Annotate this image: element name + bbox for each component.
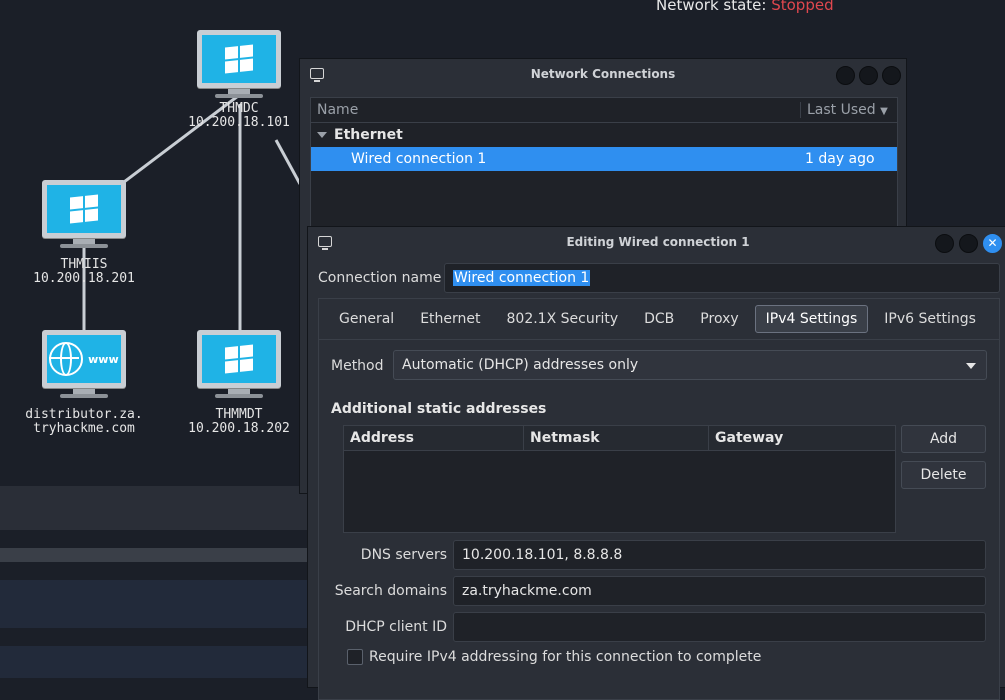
connection-name-input[interactable]: Wired connection 1 — [444, 263, 1000, 293]
column-name[interactable]: Name — [311, 102, 800, 118]
close-button[interactable] — [882, 66, 901, 85]
method-value: Automatic (DHCP) addresses only — [402, 357, 639, 373]
tab-ipv6-settings[interactable]: IPv6 Settings — [874, 306, 986, 332]
node-thmdc[interactable]: THMDC 10.200.18.101 — [184, 30, 294, 130]
panel-gap — [0, 562, 307, 580]
column-netmask[interactable]: Netmask — [524, 426, 709, 450]
node-distributor[interactable]: www distributor.za. tryhackme.com — [20, 330, 148, 436]
settings-notebook: General Ethernet 802.1X Security DCB Pro… — [318, 298, 1000, 700]
add-button[interactable]: Add — [901, 425, 986, 453]
column-last-used[interactable]: Last Used ▼ — [800, 102, 897, 118]
search-domains-value: za.tryhackme.com — [462, 583, 592, 599]
method-select[interactable]: Automatic (DHCP) addresses only — [393, 350, 987, 380]
require-ipv4-row[interactable]: Require IPv4 addressing for this connect… — [347, 649, 761, 665]
delete-button[interactable]: Delete — [901, 461, 986, 489]
node-ip: 10.200.18.202 — [188, 421, 290, 436]
titlebar[interactable]: Network Connections — [300, 59, 906, 89]
table-header: Address Netmask Gateway — [344, 426, 895, 451]
www-text: www — [88, 352, 119, 366]
static-addresses-table[interactable]: Address Netmask Gateway — [343, 425, 896, 533]
sort-down-icon: ▼ — [880, 106, 888, 117]
panel-strip — [0, 486, 307, 530]
list-header: Name Last Used ▼ — [311, 98, 897, 123]
list-item-wired-connection[interactable]: Wired connection 1 1 day ago — [311, 147, 897, 171]
maximize-button[interactable] — [859, 66, 878, 85]
require-ipv4-checkbox[interactable] — [347, 649, 363, 665]
tab-proxy[interactable]: Proxy — [690, 306, 748, 332]
windows-monitor-icon — [42, 180, 126, 238]
panel-gap — [0, 530, 307, 548]
dhcp-client-id-label: DHCP client ID — [345, 619, 447, 635]
dns-servers-value: 10.200.18.101, 8.8.8.8 — [462, 547, 623, 563]
panel-gap — [0, 628, 307, 646]
node-ip: 10.200.18.201 — [33, 271, 135, 286]
network-state: Network state: Stopped — [656, 0, 834, 14]
node-name: THMIIS — [60, 257, 108, 272]
close-button[interactable]: ✕ — [983, 234, 1002, 253]
panel-strip-light — [0, 548, 307, 562]
dns-label: DNS servers — [360, 547, 447, 563]
window-title: Editing Wired connection 1 — [566, 235, 750, 249]
close-icon: ✕ — [987, 236, 998, 250]
node-ip: 10.200.18.101 — [188, 115, 290, 130]
chevron-down-icon — [966, 363, 976, 369]
network-state-value: Stopped — [771, 0, 834, 14]
node-name: THMDC — [219, 101, 259, 116]
tab-8021x-security[interactable]: 802.1X Security — [497, 306, 629, 332]
column-address[interactable]: Address — [344, 426, 524, 450]
panel-strip-blue — [0, 580, 307, 628]
connection-name-row: Connection name Wired connection 1 — [318, 263, 1000, 293]
maximize-button[interactable] — [959, 234, 978, 253]
node-thmmdt[interactable]: THMMDT 10.200.18.202 — [184, 330, 294, 436]
column-last-used-label: Last Used — [807, 102, 876, 118]
static-addresses-heading: Additional static addresses — [331, 401, 547, 417]
search-domains-label: Search domains — [334, 583, 447, 599]
expander-icon — [317, 132, 327, 138]
editing-connection-window: Editing Wired connection 1 ✕ Connection … — [307, 226, 1005, 700]
windows-monitor-icon — [197, 330, 281, 388]
connection-name: Wired connection 1 — [351, 151, 487, 167]
minimize-button[interactable] — [935, 234, 954, 253]
www-monitor-icon: www — [42, 330, 126, 388]
group-label: Ethernet — [334, 127, 403, 143]
network-state-label: Network state: — [656, 0, 772, 14]
windows-monitor-icon — [197, 30, 281, 88]
search-domains-input[interactable]: za.tryhackme.com — [453, 576, 986, 606]
tab-bar: General Ethernet 802.1X Security DCB Pro… — [319, 299, 999, 340]
node-thmiis[interactable]: THMIIS 10.200.18.201 — [29, 180, 139, 286]
connection-last-used: 1 day ago — [805, 151, 875, 167]
panel-strip-blue — [0, 646, 307, 678]
node-ip: tryhackme.com — [33, 421, 135, 436]
tab-dcb[interactable]: DCB — [634, 306, 684, 332]
require-ipv4-label: Require IPv4 addressing for this connect… — [369, 649, 762, 665]
method-label: Method — [331, 358, 384, 374]
tab-ipv4-settings[interactable]: IPv4 Settings — [754, 305, 869, 333]
tab-general[interactable]: General — [329, 306, 404, 332]
connection-name-label: Connection name — [318, 270, 442, 286]
tab-ethernet[interactable]: Ethernet — [410, 306, 490, 332]
window-title: Network Connections — [530, 67, 676, 81]
node-name: distributor.za. — [25, 407, 143, 422]
dns-servers-input[interactable]: 10.200.18.101, 8.8.8.8 — [453, 540, 986, 570]
dhcp-client-id-input[interactable] — [453, 612, 986, 642]
group-ethernet[interactable]: Ethernet — [311, 123, 897, 147]
titlebar[interactable]: Editing Wired connection 1 ✕ — [308, 227, 1005, 257]
column-gateway[interactable]: Gateway — [709, 426, 895, 450]
globe-icon — [49, 342, 84, 376]
connection-name-value: Wired connection 1 — [453, 270, 591, 286]
minimize-button[interactable] — [836, 66, 855, 85]
node-name: THMMDT — [215, 407, 263, 422]
